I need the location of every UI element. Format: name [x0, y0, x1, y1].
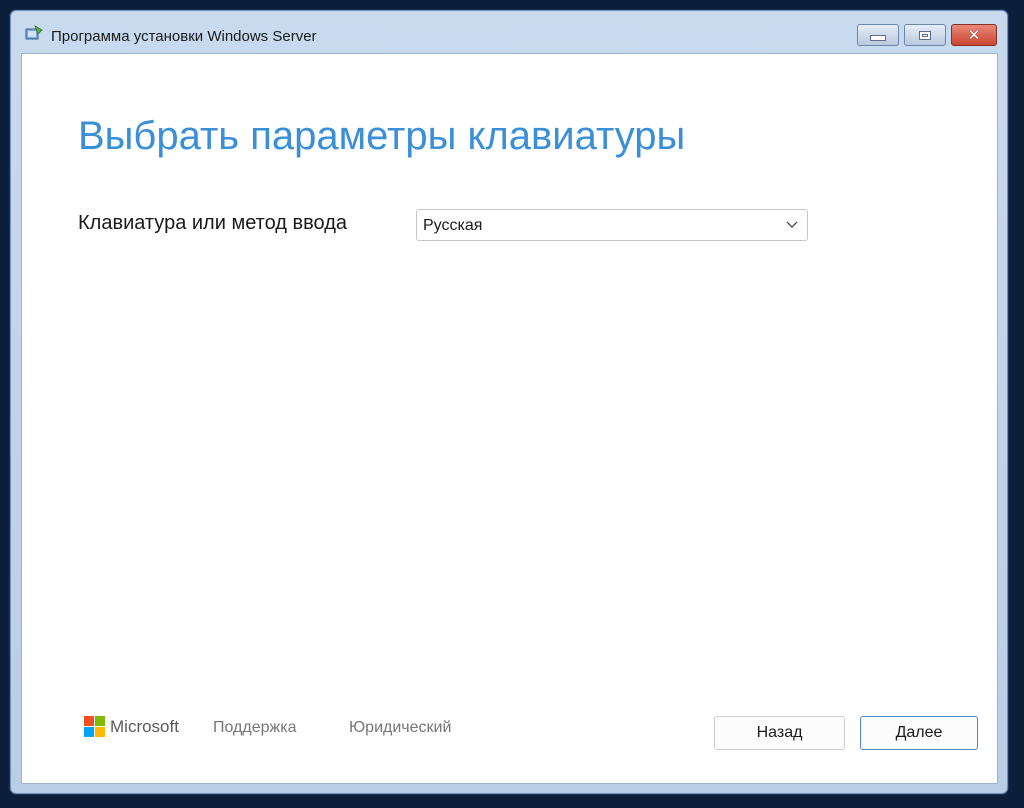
window-title: Программа установки Windows Server [51, 28, 317, 45]
support-link[interactable]: Поддержка [213, 719, 296, 737]
setup-icon [25, 25, 43, 40]
back-button[interactable]: Назад [714, 716, 845, 750]
keyboard-select-value: Русская [423, 217, 483, 234]
maximize-icon [919, 30, 931, 40]
microsoft-logo-icon [84, 716, 105, 737]
microsoft-logo[interactable]: Microsoft [84, 716, 179, 737]
close-icon: ✕ [967, 26, 981, 44]
title-bar[interactable]: Программа установки Windows Server ✕ [11, 11, 1007, 53]
setup-window: Программа установки Windows Server ✕ Выб… [10, 10, 1008, 794]
client-area: Выбрать параметры клавиатуры Клавиатура … [21, 53, 998, 784]
minimize-button[interactable] [857, 24, 899, 46]
page-title: Выбрать параметры клавиатуры [78, 114, 686, 158]
close-button[interactable]: ✕ [951, 24, 997, 46]
chevron-down-icon [786, 221, 798, 228]
keyboard-label: Клавиатура или метод ввода [78, 212, 348, 234]
microsoft-brand-text: Microsoft [110, 716, 179, 736]
keyboard-select[interactable]: Русская [416, 209, 808, 241]
minimize-icon [870, 35, 886, 41]
legal-link[interactable]: Юридический [349, 719, 451, 737]
next-button[interactable]: Далее [860, 716, 978, 750]
maximize-button[interactable] [904, 24, 946, 46]
